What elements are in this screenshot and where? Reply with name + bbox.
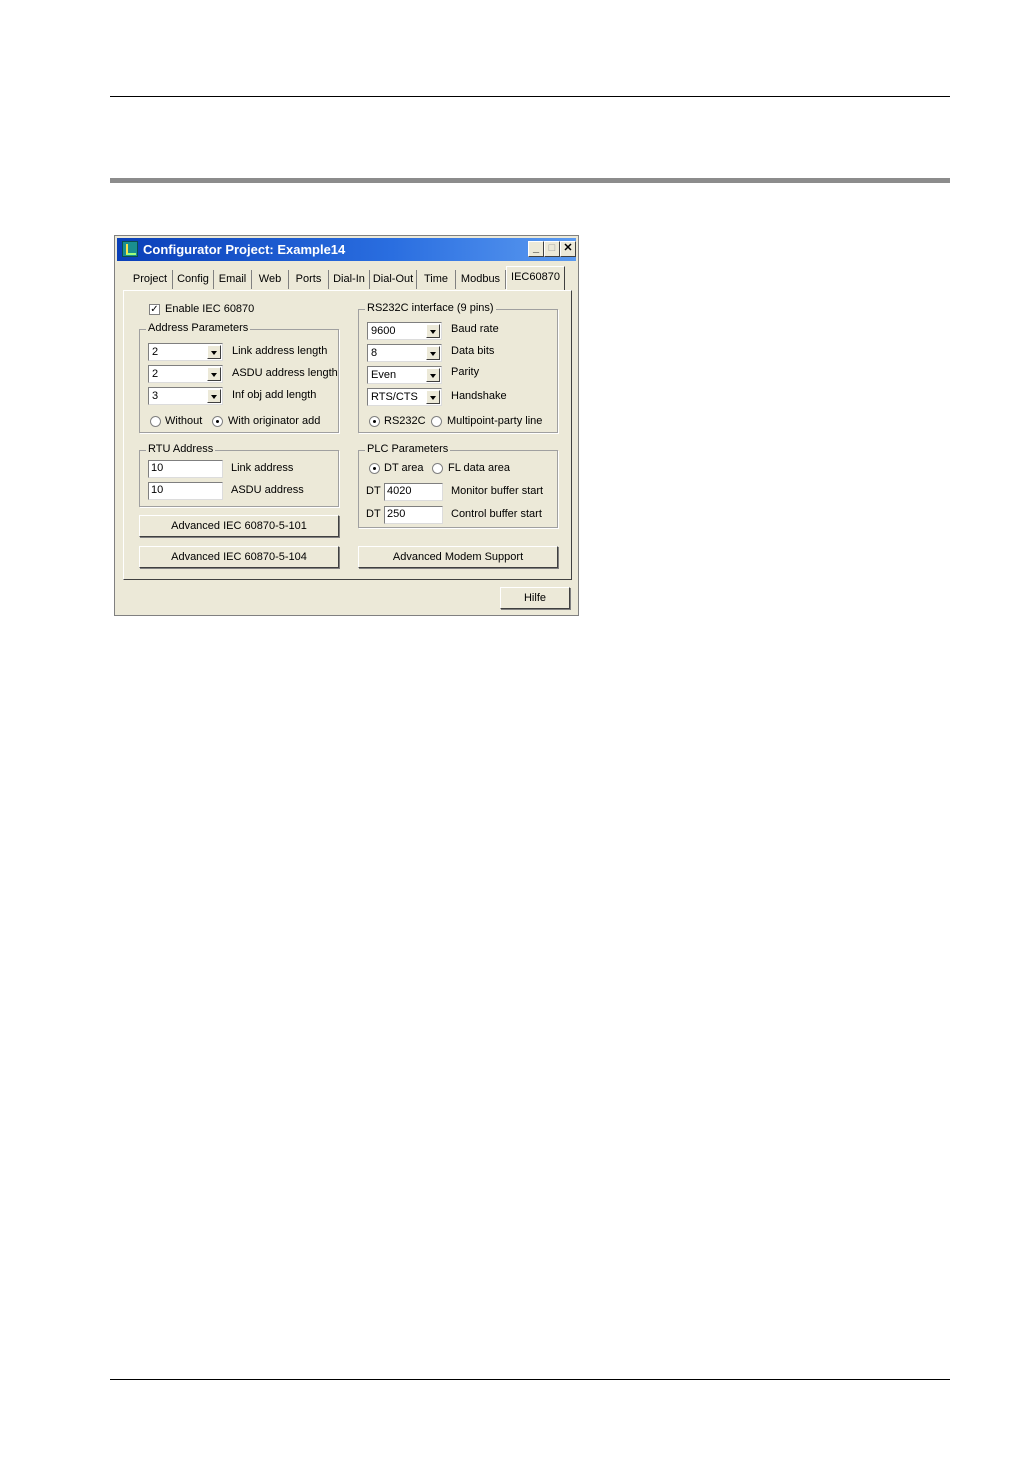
- app-icon: [122, 241, 138, 257]
- window-title: Configurator Project: Example14: [143, 242, 346, 257]
- tab-config[interactable]: Config: [173, 270, 214, 289]
- inf-obj-add-length-label: Inf obj add length: [232, 389, 317, 401]
- handshake-label: Handshake: [451, 390, 507, 402]
- plc-parameters-group: PLC Parameters DT area FL data area DT 4…: [358, 443, 558, 528]
- link-address-input[interactable]: 10: [148, 460, 223, 478]
- chevron-down-icon[interactable]: [426, 346, 440, 360]
- iec60870-panel: ✓ Enable IEC 60870 Address Parameters 2 …: [123, 290, 572, 580]
- control-dt-prefix: DT: [366, 508, 381, 520]
- tab-modbus[interactable]: Modbus: [456, 270, 506, 289]
- chevron-down-icon[interactable]: [207, 389, 221, 403]
- tab-dial-in[interactable]: Dial-In: [329, 270, 370, 289]
- asdu-address-length-label: ASDU address length: [232, 367, 338, 379]
- rtu-address-legend: RTU Address: [146, 443, 216, 455]
- multipoint-radio-label: Multipoint-party line: [447, 415, 543, 427]
- tab-project[interactable]: Project: [128, 270, 173, 289]
- advanced-iec-104-button[interactable]: Advanced IEC 60870-5-104: [139, 546, 339, 568]
- chevron-down-icon[interactable]: [426, 390, 440, 404]
- inf-obj-add-length-select[interactable]: 3: [148, 387, 223, 405]
- fl-data-area-label: FL data area: [448, 462, 510, 474]
- tab-time[interactable]: Time: [417, 270, 456, 289]
- help-button[interactable]: Hilfe: [500, 587, 570, 609]
- configurator-window: Configurator Project: Example14 _ □ ✕ Pr…: [114, 235, 579, 616]
- link-address-label: Link address: [231, 462, 294, 474]
- control-buffer-input[interactable]: 250: [384, 506, 443, 524]
- asdu-address-input[interactable]: 10: [148, 482, 223, 500]
- chevron-down-icon[interactable]: [207, 345, 221, 359]
- rs232c-radio-label: RS232C: [384, 415, 426, 427]
- dt-area-radio[interactable]: [369, 463, 380, 474]
- monitor-dt-prefix: DT: [366, 485, 381, 497]
- fl-data-area-radio[interactable]: [432, 463, 443, 474]
- with-originator-label: With originator add: [228, 415, 321, 427]
- tab-iec60870[interactable]: IEC60870: [506, 266, 565, 290]
- address-parameters-group: Address Parameters 2 Link address length…: [139, 322, 339, 433]
- control-buffer-label: Control buffer start: [451, 508, 542, 520]
- enable-iec-label: Enable IEC 60870: [165, 303, 255, 315]
- dt-area-label: DT area: [384, 462, 424, 474]
- title-bar[interactable]: Configurator Project: Example14 _ □ ✕: [117, 238, 576, 261]
- monitor-buffer-input[interactable]: 4020: [384, 483, 443, 501]
- without-originator-radio[interactable]: [150, 416, 161, 427]
- baud-rate-select[interactable]: 9600: [367, 322, 442, 340]
- tab-email[interactable]: Email: [214, 270, 252, 289]
- enable-iec-checkbox[interactable]: ✓: [149, 304, 160, 315]
- asdu-address-label: ASDU address: [231, 484, 304, 496]
- advanced-iec-101-button[interactable]: Advanced IEC 60870-5-101: [139, 515, 339, 537]
- without-originator-label: Without: [165, 415, 203, 427]
- close-button[interactable]: ✕: [560, 241, 576, 257]
- rs232c-interface-group: RS232C interface (9 pins) 9600 Baud rate…: [358, 302, 558, 433]
- link-address-length-select[interactable]: 2: [148, 343, 223, 361]
- chevron-down-icon[interactable]: [426, 368, 440, 382]
- monitor-buffer-label: Monitor buffer start: [451, 485, 544, 497]
- rs232c-radio[interactable]: [369, 416, 380, 427]
- baud-rate-label: Baud rate: [451, 323, 499, 335]
- chevron-down-icon[interactable]: [426, 324, 440, 338]
- maximize-button[interactable]: □: [544, 241, 560, 257]
- data-bits-label: Data bits: [451, 345, 495, 357]
- rs232c-legend: RS232C interface (9 pins): [365, 302, 496, 314]
- parity-select[interactable]: Even: [367, 366, 442, 384]
- asdu-address-length-select[interactable]: 2: [148, 365, 223, 383]
- advanced-modem-support-button[interactable]: Advanced Modem Support: [358, 546, 558, 568]
- rtu-address-group: RTU Address 10 Link address 10 ASDU addr…: [139, 443, 339, 507]
- minimize-button[interactable]: _: [528, 241, 544, 257]
- page-footer-rule: [110, 1379, 950, 1380]
- parity-label: Parity: [451, 366, 480, 378]
- with-originator-radio[interactable]: [212, 416, 223, 427]
- tab-ports[interactable]: Ports: [289, 270, 329, 289]
- page-header-rule: [110, 96, 950, 97]
- data-bits-select[interactable]: 8: [367, 344, 442, 362]
- plc-parameters-legend: PLC Parameters: [365, 443, 451, 455]
- chevron-down-icon[interactable]: [207, 367, 221, 381]
- tab-web[interactable]: Web: [252, 270, 289, 289]
- handshake-select[interactable]: RTS/CTS: [367, 388, 442, 406]
- address-parameters-legend: Address Parameters: [146, 322, 251, 334]
- section-divider: [110, 178, 950, 183]
- link-address-length-label: Link address length: [232, 345, 328, 357]
- tab-dial-out[interactable]: Dial-Out: [370, 270, 417, 289]
- multipoint-radio[interactable]: [431, 416, 442, 427]
